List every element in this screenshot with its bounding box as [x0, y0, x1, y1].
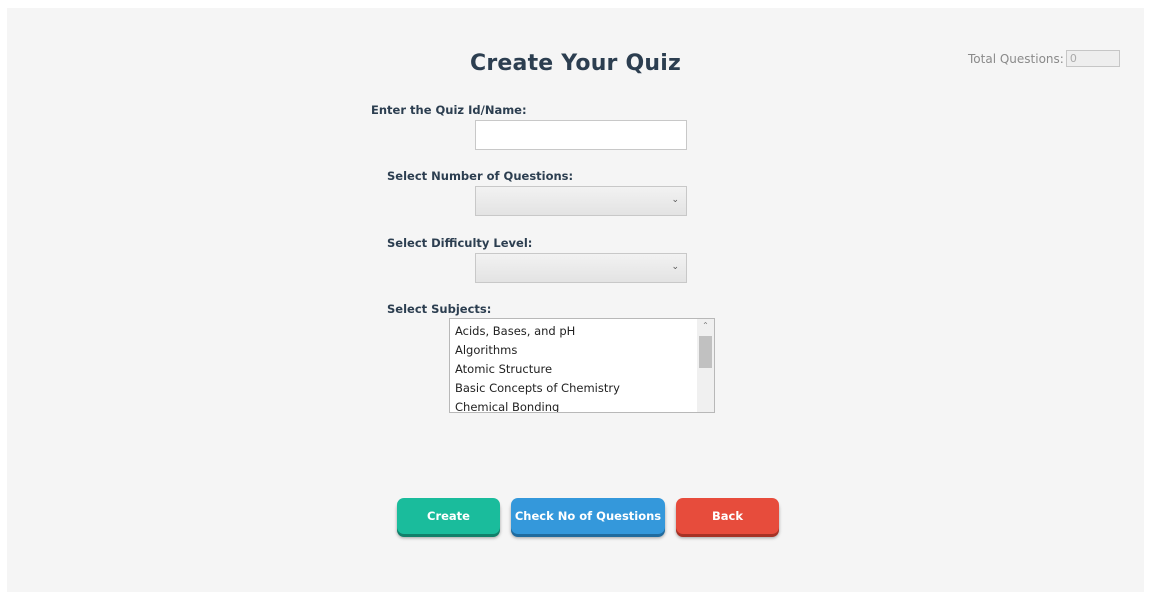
total-questions-label: Total Questions: [968, 51, 1064, 66]
quiz-name-input[interactable] [475, 120, 687, 150]
difficulty-select[interactable]: ⌄ [475, 253, 687, 283]
back-button[interactable]: Back [676, 498, 779, 534]
num-questions-label: Select Number of Questions: [387, 169, 574, 183]
subjects-scrollbar[interactable]: ⌃ [697, 319, 714, 412]
total-questions: Total Questions: [968, 50, 1120, 67]
list-item[interactable]: Atomic Structure [450, 360, 697, 379]
list-item[interactable]: Acids, Bases, and pH [450, 322, 697, 341]
scroll-up-arrow-icon[interactable]: ⌃ [697, 321, 714, 330]
subjects-label: Select Subjects: [387, 302, 492, 316]
scroll-thumb[interactable] [699, 336, 712, 368]
subjects-list: Acids, Bases, and pH Algorithms Atomic S… [450, 322, 697, 412]
subjects-listbox[interactable]: Acids, Bases, and pH Algorithms Atomic S… [449, 318, 715, 413]
list-item[interactable]: Algorithms [450, 341, 697, 360]
chevron-down-icon: ⌄ [671, 195, 679, 205]
chevron-down-icon: ⌄ [671, 262, 679, 272]
list-item[interactable]: Chemical Bonding [450, 398, 697, 412]
check-questions-button[interactable]: Check No of Questions [511, 498, 665, 534]
num-questions-select[interactable]: ⌄ [475, 186, 687, 216]
difficulty-label: Select Difficulty Level: [387, 236, 533, 250]
total-questions-field [1065, 50, 1120, 67]
quiz-name-label: Enter the Quiz Id/Name: [371, 103, 527, 117]
create-button[interactable]: Create [397, 498, 500, 534]
list-item[interactable]: Basic Concepts of Chemistry [450, 379, 697, 398]
